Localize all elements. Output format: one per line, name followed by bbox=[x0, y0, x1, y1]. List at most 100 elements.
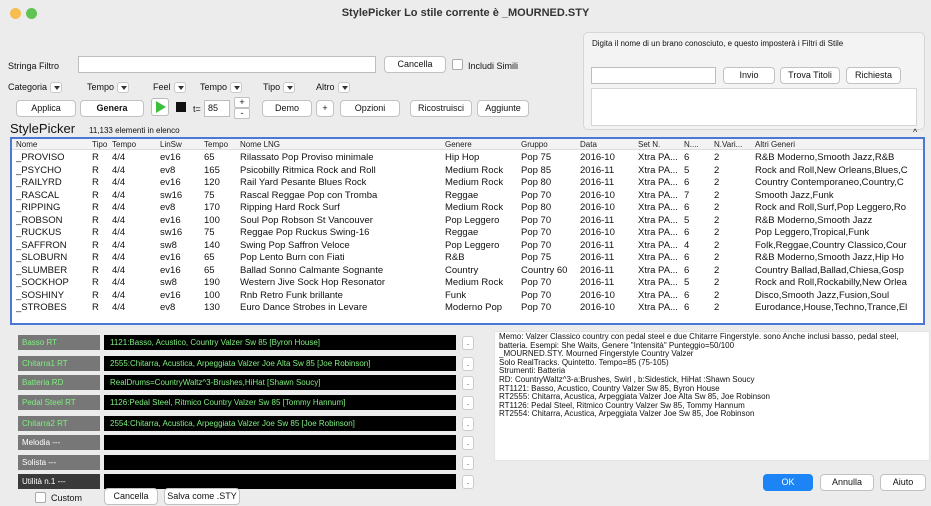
other-filter[interactable]: Altro bbox=[316, 82, 350, 94]
table-row[interactable]: _PROVISO R 4/4 ev16 65 Rilassato Pop Proviso … bbox=[12, 152, 923, 165]
track-label[interactable]: Basso RT bbox=[18, 335, 100, 350]
table-row[interactable]: _SOSHINY R 4/4 ev16 100 Rnb Retro Funk brilla… bbox=[12, 290, 923, 303]
table-cell: R bbox=[92, 252, 99, 263]
track-label[interactable]: Batteria RD bbox=[18, 375, 100, 390]
tempo-down-button[interactable]: - bbox=[234, 108, 250, 119]
track-field[interactable]: 2555:Chitarra, Acustica, Arpeggiata Valz… bbox=[104, 356, 456, 371]
send-button[interactable]: Invio bbox=[723, 67, 775, 84]
table-row[interactable]: _PSYCHO R 4/4 ev8 165 Psicobilly Ritmica Rock… bbox=[12, 165, 923, 178]
track-label[interactable]: Chitarra2 RT bbox=[18, 416, 100, 431]
track-options-button[interactable]: . bbox=[462, 336, 474, 350]
memo-line: RD: CountryWaltz^3-a:Brushes, Swirl , b:… bbox=[499, 375, 755, 384]
column-header[interactable]: Tempo bbox=[204, 139, 238, 150]
track-options-button[interactable]: . bbox=[462, 456, 474, 470]
table-row[interactable]: _SLOBURN R 4/4 ev16 65 Pop Lento Burn con Fia… bbox=[12, 252, 923, 265]
table-cell: 2016-10 bbox=[580, 289, 615, 301]
tempo2-filter[interactable]: Tempo bbox=[200, 82, 243, 94]
include-similar-checkbox[interactable] bbox=[452, 59, 463, 70]
styles-table[interactable]: Nome Tipo Tempo LinSw Tempo Nome LNG Genere Gru… bbox=[10, 137, 925, 325]
table-cell: R&B bbox=[445, 252, 465, 263]
track-label[interactable]: Melodia --- bbox=[18, 435, 100, 450]
table-row[interactable]: _STROBES R 4/4 ev8 130 Euro Dance Strobes in … bbox=[12, 302, 923, 315]
track-field[interactable] bbox=[104, 435, 456, 450]
tempo-input[interactable]: 85 bbox=[204, 100, 230, 117]
added-button[interactable]: Aggiunte bbox=[477, 100, 529, 117]
list-count: 11,133 elementi in elenco bbox=[89, 126, 180, 135]
table-row[interactable]: _SOCKHOP R 4/4 sw8 190 Western Jive Sock Hop … bbox=[12, 277, 923, 290]
table-cell: ev16 bbox=[160, 289, 181, 301]
column-header[interactable]: N.... bbox=[684, 139, 712, 150]
apply-button[interactable]: Applica bbox=[16, 100, 76, 117]
play-button[interactable] bbox=[151, 98, 169, 116]
track-label[interactable]: Chitarra1 RT bbox=[18, 356, 100, 371]
column-header[interactable]: Gruppo bbox=[521, 139, 579, 150]
filter-input[interactable] bbox=[78, 56, 376, 73]
type-filter[interactable]: Tipo bbox=[263, 82, 296, 94]
table-cell: Xtra PA... bbox=[638, 252, 678, 263]
column-header[interactable]: N.Vari... bbox=[714, 139, 754, 150]
table-row[interactable]: _SAFFRON R 4/4 sw8 140 Swing Pop Saffron Velo… bbox=[12, 240, 923, 253]
filter-cancel-button[interactable]: Cancella bbox=[384, 56, 446, 73]
track-options-button[interactable]: . bbox=[462, 475, 474, 489]
table-cell: 2 bbox=[714, 252, 720, 263]
stop-button[interactable] bbox=[173, 98, 189, 116]
track-field[interactable]: 1121:Basso, Acustico, Country Valzer Sw … bbox=[104, 335, 456, 350]
column-header[interactable]: Tipo bbox=[92, 139, 112, 150]
column-header[interactable]: Altri Generi bbox=[755, 139, 923, 150]
column-header[interactable]: Genere bbox=[445, 139, 519, 150]
feel-filter-label: Feel bbox=[153, 82, 171, 92]
song-results-box[interactable] bbox=[591, 88, 917, 126]
find-titles-button[interactable]: Trova Titoli bbox=[780, 67, 840, 84]
column-header[interactable]: Nome LNG bbox=[240, 139, 444, 150]
track-label[interactable]: Pedal Steel RT bbox=[18, 395, 100, 410]
table-cell: _SLOBURN bbox=[16, 252, 68, 263]
table-row[interactable]: _RIPPING R 4/4 ev8 170 Ripping Hard Rock Surf… bbox=[12, 202, 923, 215]
collapse-icon[interactable]: ^ bbox=[913, 127, 917, 137]
add-button[interactable]: + bbox=[316, 100, 334, 117]
table-cell: ev16 bbox=[160, 152, 181, 163]
ok-button[interactable]: OK bbox=[763, 474, 813, 491]
table-row[interactable]: _RAILYRD R 4/4 ev16 120 Rail Yard Pesante Blu… bbox=[12, 177, 923, 190]
column-header[interactable]: Data bbox=[580, 139, 636, 150]
track-options-button[interactable]: . bbox=[462, 417, 474, 431]
song-search-input[interactable] bbox=[591, 67, 716, 84]
track-options-button[interactable]: . bbox=[462, 376, 474, 390]
table-row[interactable]: _ROBSON R 4/4 ev16 100 Soul Pop Robson St Van… bbox=[12, 215, 923, 228]
tempo-filter[interactable]: Tempo bbox=[87, 82, 130, 94]
table-cell: 4/4 bbox=[112, 227, 126, 238]
demo-button[interactable]: Demo bbox=[262, 100, 312, 117]
column-header[interactable]: LinSw bbox=[160, 139, 202, 150]
custom-checkbox[interactable] bbox=[35, 492, 46, 503]
chevron-down-icon bbox=[283, 82, 296, 94]
track-label[interactable]: Utilità n.1 --- bbox=[18, 474, 100, 489]
track-field[interactable] bbox=[104, 474, 456, 489]
table-row[interactable]: _SLUMBER R 4/4 ev16 65 Ballad Sonno Calmante … bbox=[12, 265, 923, 278]
cancel-dialog-button[interactable]: Annulla bbox=[820, 474, 874, 491]
track-label[interactable]: Solista --- bbox=[18, 455, 100, 470]
table-row[interactable]: _RASCAL R 4/4 sw16 75 Rascal Reggae Pop con T… bbox=[12, 190, 923, 203]
feel-filter[interactable]: Feel bbox=[153, 82, 186, 94]
tempo-up-button[interactable]: + bbox=[234, 97, 250, 108]
generate-button[interactable]: Genera bbox=[80, 100, 144, 117]
rebuild-button[interactable]: Ricostruisci bbox=[410, 100, 472, 117]
column-header[interactable]: Tempo bbox=[112, 139, 158, 150]
track-options-button[interactable]: . bbox=[462, 396, 474, 410]
options-button[interactable]: Opzioni bbox=[340, 100, 400, 117]
help-button[interactable]: Aiuto bbox=[880, 474, 926, 491]
track-options-button[interactable]: . bbox=[462, 436, 474, 450]
category-filter[interactable]: Categoria bbox=[8, 82, 63, 94]
track-options-button[interactable]: . bbox=[462, 357, 474, 371]
track-field[interactable]: 2554:Chitarra, Acustica, Arpeggiata Valz… bbox=[104, 416, 456, 431]
table-row[interactable]: _RUCKUS R 4/4 sw16 75 Reggae Pop Ruckus Swing… bbox=[12, 227, 923, 240]
track-field[interactable]: RealDrums=CountryWaltz^3-Brushes,HiHat [… bbox=[104, 375, 456, 390]
save-sty-button[interactable]: Salva come .STY bbox=[164, 488, 240, 505]
table-cell: Pop 70 bbox=[521, 214, 552, 226]
tracks-cancel-button[interactable]: Cancella bbox=[104, 488, 158, 505]
column-header[interactable]: Set N. bbox=[638, 139, 682, 150]
memo-line: Solo RealTracks. Quintetto. Tempo=85 (75… bbox=[499, 358, 669, 367]
track-field[interactable]: 1126:Pedal Steel, Ritmico Country Valzer… bbox=[104, 395, 456, 410]
table-cell: ev8 bbox=[160, 302, 176, 313]
request-button[interactable]: Richiesta bbox=[846, 67, 901, 84]
track-field[interactable] bbox=[104, 455, 456, 470]
column-header[interactable]: Nome bbox=[16, 139, 92, 150]
